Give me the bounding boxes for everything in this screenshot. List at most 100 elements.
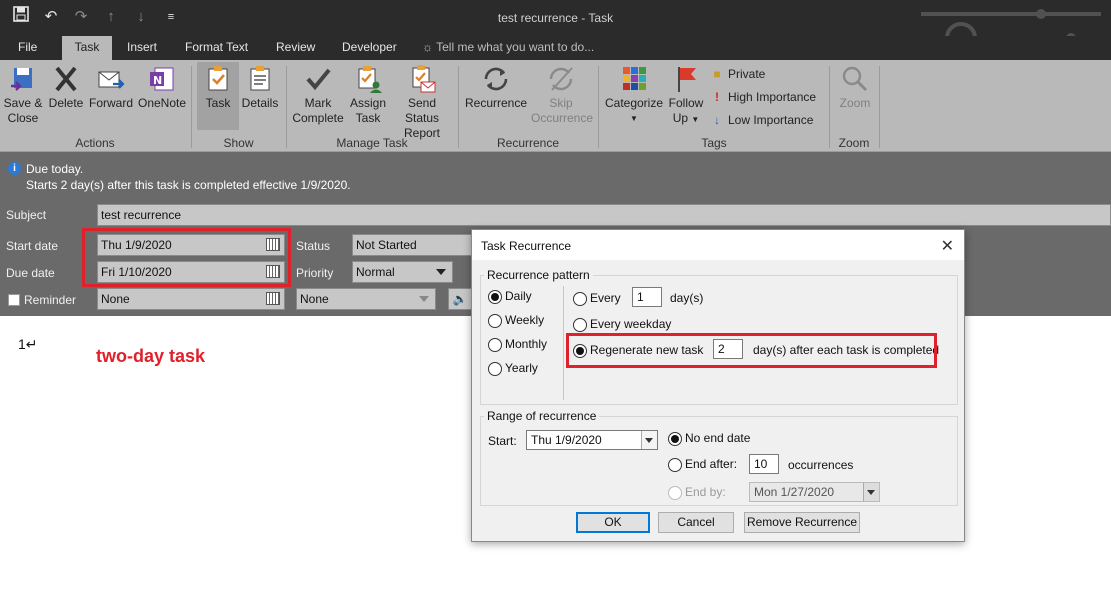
end-by-select[interactable]: Mon 1/27/2020 <box>749 482 880 502</box>
low-importance-label: Low Importance <box>728 113 814 127</box>
priority-value: Normal <box>356 265 395 279</box>
status-select[interactable]: Not Started <box>352 234 474 256</box>
reminder-time-select[interactable]: None <box>296 288 436 310</box>
tell-me-box[interactable]: ☼ Tell me what you want to do... <box>422 36 594 60</box>
recurrence-button[interactable]: Recurrence <box>463 64 529 111</box>
info-due-today: Due today. <box>26 162 84 176</box>
weekly-radio[interactable]: Weekly <box>488 313 544 329</box>
magnifier-icon <box>842 66 868 92</box>
reminder-label: Reminder <box>24 293 77 307</box>
high-importance-label: High Importance <box>728 90 817 104</box>
categorize-dropdown-icon: ▼ <box>630 114 638 123</box>
chevron-down-icon[interactable] <box>863 483 879 501</box>
onenote-button[interactable]: N OneNote <box>136 64 188 111</box>
mark-complete-button[interactable]: Mark Complete <box>290 64 346 126</box>
reminder-checkbox[interactable] <box>8 294 20 306</box>
chevron-down-icon <box>419 296 429 302</box>
skip-occurrence-button[interactable]: Skip Occurrence <box>531 64 593 126</box>
end-by-value: Mon 1/27/2020 <box>754 485 835 499</box>
private-label: Private <box>728 67 766 81</box>
tab-review[interactable]: Review <box>266 36 325 60</box>
private-button[interactable]: ■ Private <box>710 64 765 84</box>
info-recurrence-summary: Starts 2 day(s) after this task is compl… <box>26 178 351 192</box>
checkmark-icon <box>306 68 331 91</box>
daily-radio[interactable]: Daily <box>488 289 532 305</box>
range-start-select[interactable]: Thu 1/9/2020 <box>526 430 658 450</box>
ok-button[interactable]: OK <box>576 512 650 533</box>
follow-up-label-1: Follow <box>668 96 704 110</box>
tell-me-text: Tell me what you want to do... <box>436 40 595 54</box>
tab-insert[interactable]: Insert <box>117 36 167 60</box>
mark-complete-label-1: Mark <box>304 96 332 110</box>
delete-label: Delete <box>48 96 84 110</box>
calendar-icon[interactable] <box>266 292 280 305</box>
reminder-time-value: None <box>300 292 329 306</box>
show-group-label: Show <box>223 136 254 150</box>
send-status-report-icon <box>412 65 436 93</box>
speaker-icon: 🔈 <box>452 292 468 306</box>
remove-recurrence-button[interactable]: Remove Recurrence <box>744 512 860 533</box>
lock-icon: ■ <box>713 67 721 81</box>
zoom-button[interactable]: Zoom <box>834 64 876 111</box>
forward-icon <box>98 71 125 89</box>
recurrence-pattern-legend: Recurrence pattern <box>484 268 593 282</box>
onenote-icon: N <box>150 67 174 91</box>
every-n-days-input[interactable]: 1 <box>632 287 662 307</box>
pattern-divider <box>563 286 564 400</box>
actions-group-label: Actions <box>75 136 115 150</box>
task-icon <box>208 66 228 91</box>
assign-task-label-2: Task <box>355 111 381 125</box>
save-close-label-1: Save & <box>3 96 43 110</box>
save-close-button[interactable]: Save & Close <box>2 64 44 126</box>
low-importance-button[interactable]: ↓ Low Importance <box>710 110 813 130</box>
follow-up-label-2: Up ▼ <box>672 111 700 125</box>
priority-label: Priority <box>296 266 334 280</box>
reminder-date-value: None <box>101 292 130 306</box>
close-icon[interactable]: ✕ <box>941 236 954 256</box>
send-status-label-1: Send Status <box>404 96 440 125</box>
body-annotation: two-day task <box>96 346 206 366</box>
send-status-report-button[interactable]: Send Status Report <box>390 64 454 141</box>
dialog-title-bar: Task Recurrence ✕ <box>472 230 964 260</box>
follow-up-button[interactable]: Follow Up ▼ <box>666 64 706 127</box>
tags-group-label: Tags <box>701 136 727 150</box>
categorize-button[interactable]: Categorize ▼ <box>603 64 665 126</box>
tab-task[interactable]: Task <box>62 36 112 60</box>
details-button[interactable]: Details <box>241 64 279 111</box>
end-by-radio[interactable]: End by: <box>668 485 726 501</box>
task-recurrence-dialog: Task Recurrence ✕ Recurrence pattern Dai… <box>471 229 965 542</box>
down-arrow-icon: ↓ <box>714 113 720 127</box>
exclamation-icon: ! <box>715 90 719 104</box>
every-weekday-radio[interactable]: Every weekday <box>573 317 671 333</box>
tab-file[interactable]: File <box>8 36 47 60</box>
priority-select[interactable]: Normal <box>352 261 453 283</box>
svg-text:N: N <box>153 74 162 87</box>
assign-task-icon <box>358 66 382 93</box>
yearly-radio[interactable]: Yearly <box>488 361 538 377</box>
assign-task-button[interactable]: Assign Task <box>348 64 388 126</box>
group-separator <box>879 66 880 148</box>
due-date-label: Due date <box>6 266 55 280</box>
end-after-input[interactable]: 10 <box>749 454 779 474</box>
tab-developer[interactable]: Developer <box>332 36 407 60</box>
cancel-button[interactable]: Cancel <box>658 512 734 533</box>
mark-complete-label-2: Complete <box>292 111 344 125</box>
regenerate-highlight-box <box>566 333 937 368</box>
no-end-date-radio[interactable]: No end date <box>668 431 750 447</box>
reminder-sound-button[interactable]: 🔈 <box>448 288 472 310</box>
reminder-date-input[interactable]: None <box>97 288 285 310</box>
every-n-days-radio[interactable]: Every <box>573 291 621 307</box>
forward-button[interactable]: Forward <box>88 64 134 111</box>
lightbulb-icon: ☼ <box>422 40 433 54</box>
tab-format-text[interactable]: Format Text <box>175 36 258 60</box>
occurrences-label: occurrences <box>788 458 854 472</box>
monthly-radio[interactable]: Monthly <box>488 337 547 353</box>
task-view-button[interactable]: Task <box>197 62 239 130</box>
recurrence-label: Recurrence <box>464 96 528 110</box>
high-importance-button[interactable]: ! High Importance <box>710 87 816 107</box>
delete-button[interactable]: Delete <box>46 64 86 111</box>
chevron-down-icon[interactable] <box>641 431 657 449</box>
dialog-title: Task Recurrence <box>481 239 572 253</box>
subject-input[interactable]: test recurrence <box>97 204 1111 226</box>
end-after-radio[interactable]: End after: <box>668 457 737 473</box>
